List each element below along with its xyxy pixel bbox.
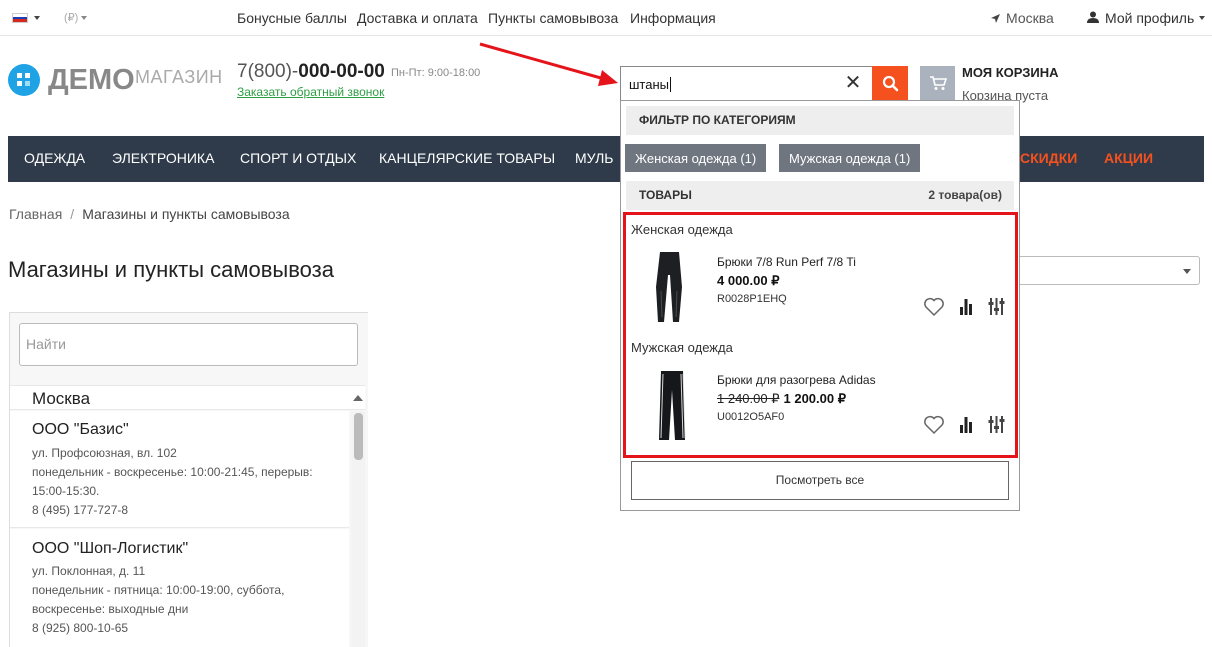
chevron-down-icon [1183,269,1191,274]
compare-icon[interactable] [959,415,973,434]
logo-subtext[interactable]: МАГАЗИН [135,67,223,88]
store-address: ул. Поклонная, д. 11 [32,564,146,578]
logo-icon[interactable] [8,64,40,96]
nav-item-promos[interactable]: АКЦИИ [1104,150,1153,166]
nav-item-electronics[interactable]: ЭЛЕКТРОНИКА [112,150,214,166]
callback-link[interactable]: Заказать обратный звонок [237,85,384,99]
nav-item-clothes[interactable]: ОДЕЖДА [24,150,85,166]
view-all-button[interactable]: Посмотреть все [631,461,1009,500]
work-hours: Пн-Пт: 9:00-18:00 [391,67,481,79]
result-category-label: Женская одежда [631,222,733,237]
user-icon [1087,11,1099,23]
store-phone: 8 (495) 177-727-8 [32,503,129,517]
store-phone: 8 (925) 800-10-65 [32,621,129,635]
breadcrumb: Главная / Магазины и пункты самовывоза [9,206,290,222]
scrollbar-thumb[interactable] [354,413,363,460]
logo-text[interactable]: ДЕМО [48,64,135,97]
page-title: Магазины и пункты самовывоза [8,257,334,282]
product-price: 1 240.00 ₽1 200.00 ₽ [717,391,846,406]
goods-count: 2 товара(ов) [928,188,1002,202]
breadcrumb-separator: / [70,206,75,222]
compare-icon[interactable] [959,297,973,316]
city-group-header[interactable]: Москва [10,385,365,410]
main-nav: ОДЕЖДА ЭЛЕКТРОНИКА СПОРТ И ОТДЫХ КАНЦЕЛЯ… [8,136,1204,182]
options-sliders-icon[interactable] [988,415,1005,434]
nav-link-pickup[interactable]: Пункты самовывоза [488,10,618,26]
breadcrumb-current: Магазины и пункты самовывоза [82,206,290,222]
chevron-down-icon[interactable] [1199,16,1205,20]
category-chip-men[interactable]: Мужская одежда (1) [779,144,921,172]
cart-button[interactable] [920,66,955,101]
nav-item-discounts[interactable]: СКИДКИ [1020,150,1077,166]
city-selector[interactable]: Москва [1006,10,1054,26]
phone-number: 7(800)-000-00-00 [237,61,385,82]
cart-icon [930,76,947,90]
result-category-label: Мужская одежда [631,340,733,355]
filter-header: ФИЛЬТР ПО КАТЕГОРИЯМ [626,106,1014,135]
store-hours: понедельник - воскресенье: 10:00-21:45, … [32,465,313,479]
nav-link-bonus[interactable]: Бонусные баллы [237,10,347,26]
top-bar: (₽) Бонусные баллы Доставка и оплата Пун… [0,0,1212,36]
store-select[interactable] [1015,256,1200,285]
nav-item-sport[interactable]: СПОРТ И ОТДЫХ [240,150,356,166]
options-sliders-icon[interactable] [988,297,1005,316]
chevron-down-icon[interactable] [34,16,40,20]
product-old-price: 1 240.00 ₽ [717,391,780,406]
profile-menu[interactable]: Мой профиль [1105,10,1194,26]
heart-icon[interactable] [923,415,945,435]
store-address: ул. Профсоюзная, вл. 102 [32,446,177,460]
store-search-input[interactable]: Найти [19,323,358,366]
scroll-up-icon[interactable] [353,395,363,401]
product-sku: U0012O5AF0 [717,411,785,423]
store-name: ООО "Базис" [32,421,129,438]
close-icon[interactable]: ✕ [843,72,863,94]
search-button[interactable] [872,66,908,101]
search-input[interactable]: штаны [620,66,873,101]
store-hours: воскресенье: выходные дни [32,602,189,616]
store-name: ООО "Шоп-Логистик" [32,540,189,557]
language-flag-icon[interactable] [12,13,28,23]
product-name[interactable]: Брюки 7/8 Run Perf 7/8 Ti [717,255,856,269]
nav-item-stationery[interactable]: КАНЦЕЛЯРСКИЕ ТОВАРЫ [379,150,555,166]
product-price: 4 000.00 ₽ [717,273,780,288]
search-icon [882,75,899,92]
store-hours: понедельник - пятница: 10:00-19:00, субб… [32,583,285,597]
product-sku: R0028P1EHQ [717,293,787,305]
goods-header: ТОВАРЫ 2 товара(ов) [626,181,1014,210]
store-item[interactable]: ООО "Шоп-Логистик" ул. Поклонная, д. 11 … [10,529,349,647]
store-hours: 15:00-15:30. [32,484,100,498]
nav-link-info[interactable]: Информация [630,10,716,26]
currency-selector[interactable]: (₽) [64,11,88,24]
annotation-arrow-icon [479,42,618,86]
product-image[interactable] [652,251,686,323]
nav-item-multi[interactable]: МУЛЬ [575,150,613,166]
nav-link-delivery[interactable]: Доставка и оплата [357,10,478,26]
heart-icon[interactable] [923,297,945,317]
product-image[interactable] [658,370,686,441]
store-item[interactable]: ООО "Базис" ул. Профсоюзная, вл. 102 пон… [10,411,349,528]
breadcrumb-home[interactable]: Главная [9,206,62,222]
product-name[interactable]: Брюки для разогрева Adidas [717,373,876,387]
cart-title[interactable]: МОЯ КОРЗИНА [962,65,1059,80]
location-arrow-icon [991,14,1000,23]
category-chip-women[interactable]: Женская одежда (1) [625,144,767,172]
